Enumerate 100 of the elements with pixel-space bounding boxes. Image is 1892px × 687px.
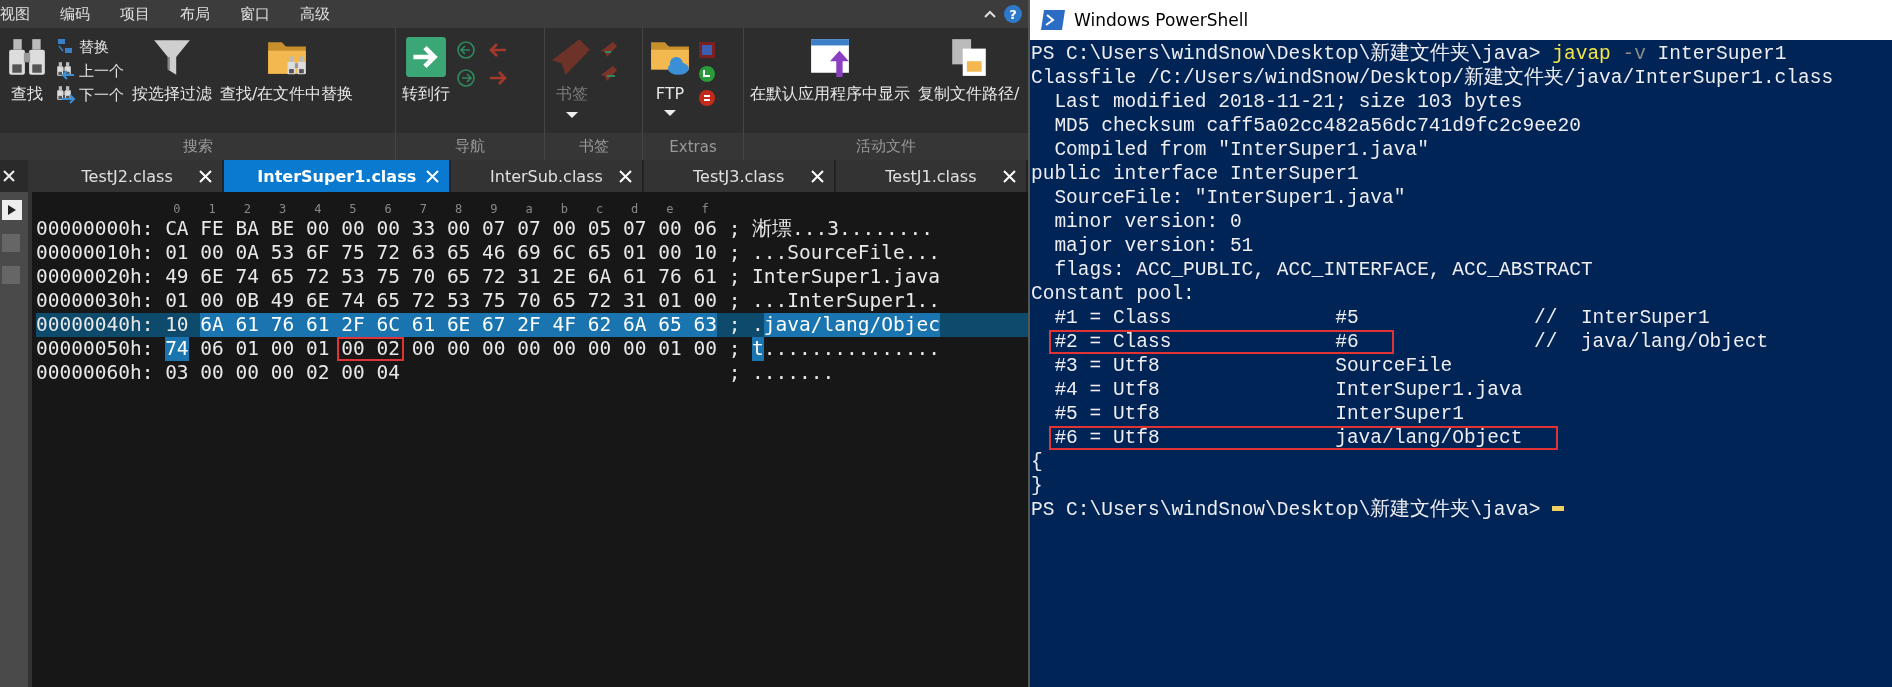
expand-button[interactable]: [2, 200, 22, 220]
console-line: major version: 51: [1054, 235, 1254, 257]
binoculars-icon: [6, 36, 48, 78]
window-arrow-icon: [809, 36, 851, 78]
file-tab[interactable]: InterSub.class: [451, 160, 644, 192]
hex-bytes: 06 01 00 01: [200, 337, 330, 361]
pool-entry: #2 = Class: [1054, 330, 1173, 354]
ascii-text: ...SourceFile...: [752, 241, 940, 265]
ribbon-button[interactable]: 复制文件路径/: [916, 36, 1022, 105]
ribbon-button[interactable]: 查找/在文件中替换: [218, 36, 356, 105]
circle-icon[interactable]: [697, 88, 717, 108]
column-label: c: [594, 201, 605, 217]
column-label: 2: [242, 201, 252, 217]
file-tab[interactable]: TestJ1.class: [835, 160, 1028, 192]
circle-icon[interactable]: [697, 64, 717, 84]
offset-label: 00000060h:: [36, 361, 155, 385]
hex-bytes: 01 00 0B 49 6E 74 65 72 53 75 70 65 72 31 01 00: [165, 289, 717, 313]
separator: ;: [728, 265, 742, 289]
caret-down-icon: [663, 109, 677, 117]
pool-comment: // InterSuper1: [1534, 306, 1711, 330]
console-line: public interface InterSuper1: [1031, 163, 1359, 185]
separator: ;: [728, 289, 742, 313]
ribbon-button[interactable]: 在默认应用程序中显示: [748, 36, 912, 105]
ribbon-button[interactable]: 替换: [54, 36, 126, 58]
hex-bytes: 10: [165, 313, 189, 337]
ribbon-button[interactable]: 转到行: [400, 36, 452, 105]
column-label: f: [700, 201, 710, 217]
pool-value: InterSuper1: [1335, 402, 1465, 426]
separator: ;: [728, 241, 742, 265]
menu-item[interactable]: 布局: [169, 0, 221, 28]
column-label: a: [524, 201, 534, 217]
hex-bytes: 00 02: [337, 337, 404, 361]
group-label: 导航: [396, 133, 544, 160]
separator: ;: [728, 337, 742, 361]
ribbon-button[interactable]: 查找: [4, 36, 50, 105]
pool-entry: #4 = Utf8: [1054, 378, 1161, 402]
ribbon-button[interactable]: 下一个: [54, 84, 126, 106]
group-label: 活动文件: [744, 133, 1028, 160]
offset-label: 00000010h:: [36, 241, 155, 265]
menu-item[interactable]: 编码: [49, 0, 101, 28]
column-label: 1: [207, 201, 217, 217]
pool-value: java/lang/Object: [1335, 426, 1523, 450]
separator: ;: [728, 217, 742, 241]
separator: ;: [728, 361, 742, 385]
ascii-text: InterSuper1.java: [752, 265, 940, 289]
column-label: b: [559, 201, 569, 217]
column-label: 7: [418, 201, 428, 217]
group-label: 书签: [545, 133, 642, 160]
pool-entry: #3 = Utf8: [1054, 354, 1161, 378]
prompt-text: PS C:\Users\windSnow\Desktop\新建文件夹\java>: [1031, 43, 1541, 65]
binoculars-arrow-icon: [56, 61, 76, 81]
file-tab[interactable]: TestJ2.class: [32, 160, 225, 192]
column-label: 5: [348, 201, 358, 217]
ascii-text: java/lang/Objec: [763, 313, 940, 337]
console-line: Classfile /C:/Users/windSnow/Desktop/新建文件夹/java/InterSuper1.class: [1031, 67, 1834, 89]
ribbon-button[interactable]: FTP: [647, 36, 693, 117]
column-label: 4: [313, 201, 323, 217]
file-tab[interactable]: InterSuper1.class: [224, 160, 452, 192]
ascii-text: .: [752, 313, 764, 337]
terminal-icon: [1040, 9, 1066, 31]
pool-value: SourceFile: [1335, 354, 1454, 378]
ribbon-button[interactable]: 上一个: [54, 60, 126, 82]
group-label: Extras: [643, 133, 743, 160]
file-tab[interactable]: TestJ3.class: [643, 160, 836, 192]
command-text: javap: [1552, 43, 1611, 65]
close-icon[interactable]: [2, 169, 16, 183]
pool-comment: // java/lang/Object: [1534, 330, 1770, 354]
console-line: SourceFile: "InterSuper1.java": [1054, 187, 1406, 209]
console-line: }: [1031, 475, 1043, 497]
column-label: 9: [489, 201, 499, 217]
console-line: {: [1031, 451, 1043, 473]
pool-entry: #1 = Class: [1054, 306, 1173, 330]
hex-bytes: 00 00 00 00 00 00 00 01 00: [411, 337, 717, 361]
offset-label: 00000020h:: [36, 265, 155, 289]
hex-bytes: CA FE BA BE 00 00 00 33 00 07 07 00 05 07 00 06: [165, 217, 717, 241]
console-line: Last modified 2018-11-21; size 103 bytes: [1054, 91, 1523, 113]
arrow-square-icon: [405, 36, 447, 78]
column-label: d: [630, 201, 640, 217]
collapse-icon: [984, 10, 996, 18]
menu-item[interactable]: 高级: [289, 0, 341, 28]
menu-item[interactable]: 窗口: [229, 0, 281, 28]
console-line: Compiled from "InterSuper1.java": [1054, 139, 1429, 161]
binoculars-arrow-icon: [56, 85, 76, 105]
column-label: e: [665, 201, 675, 217]
hex-bytes: 01 00 0A 53 6F 75 72 63 65 46 69 6C 65 01 00 10: [165, 241, 717, 265]
menu-item[interactable]: 视图: [0, 0, 41, 28]
hex-bytes: 03 00 00 00 02 00 04: [165, 361, 400, 385]
ribbon-button[interactable]: 按选择过滤: [130, 36, 214, 105]
help-button[interactable]: ?: [1004, 5, 1022, 23]
pool-value: #5: [1335, 306, 1360, 330]
pool-value: #6: [1335, 330, 1359, 354]
column-label: 8: [454, 201, 464, 217]
separator: ;: [728, 313, 742, 337]
window-title: Windows PowerShell: [1074, 10, 1249, 30]
menu-item[interactable]: 项目: [109, 0, 161, 28]
hex-bytes: 74: [165, 337, 189, 361]
group-label: 搜索: [0, 133, 395, 160]
hex-bytes: 6A 61 76 61 2F 6C 61 6E 67 2F 4F 62 6A 65 63: [200, 313, 717, 337]
hex-bytes: 49 6E 74 65 72 53 75 70 65 72 31 2E 6A 61 76 61: [165, 265, 717, 289]
column-label: 6: [383, 201, 393, 217]
